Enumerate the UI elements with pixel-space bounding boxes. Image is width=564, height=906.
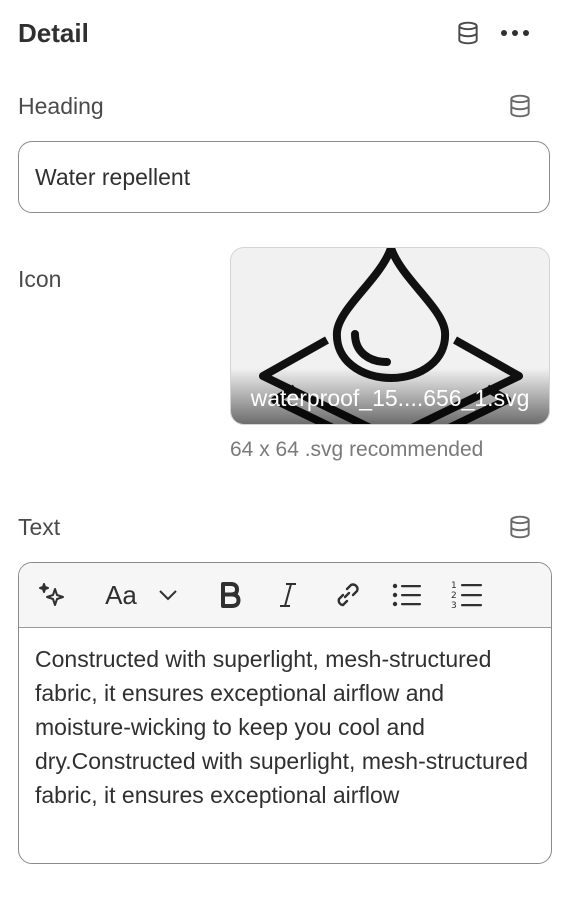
icon-filename: waterproof_15....656_1.svg (250, 385, 530, 411)
numbered-list-icon[interactable]: 1 2 3 (449, 575, 485, 615)
italic-icon[interactable] (271, 575, 305, 615)
heading-input-value: Water repellent (35, 163, 191, 190)
icon-preview[interactable]: waterproof_15....656_1.svg (230, 247, 550, 425)
text-label: Text (18, 514, 61, 540)
bold-icon[interactable] (213, 575, 247, 615)
svg-text:1: 1 (451, 581, 457, 591)
icon-size-hint: 64 x 64 .svg recommended (230, 438, 484, 461)
font-style-button[interactable]: Aa (101, 575, 141, 615)
editor-content[interactable]: Constructed with superlight, mesh-struct… (19, 628, 551, 812)
svg-text:3: 3 (451, 601, 457, 611)
heading-label: Heading (18, 93, 104, 119)
ai-sparkle-icon[interactable] (35, 575, 69, 615)
editor-toolbar: Aa 1 2 3 (19, 563, 551, 628)
icon-label: Icon (18, 266, 62, 292)
panel-title: Detail (18, 18, 89, 48)
text-database-icon[interactable] (505, 512, 535, 542)
bullet-list-icon[interactable] (389, 575, 425, 615)
heading-input[interactable]: Water repellent (18, 141, 550, 213)
svg-text:2: 2 (451, 591, 457, 601)
rich-text-editor: Aa 1 2 3 Constructed with superlight, me… (18, 562, 552, 864)
heading-database-icon[interactable] (505, 91, 535, 121)
link-icon[interactable] (329, 575, 365, 615)
chevron-down-icon[interactable] (154, 575, 182, 615)
database-icon[interactable] (453, 18, 483, 48)
more-options-icon[interactable] (500, 18, 530, 48)
